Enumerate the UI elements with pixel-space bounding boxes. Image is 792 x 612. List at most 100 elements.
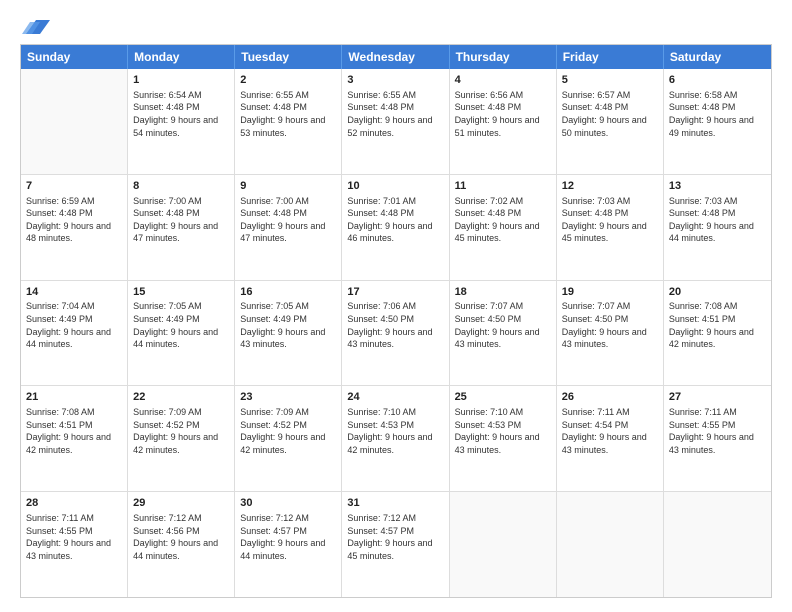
sun-info: Sunrise: 7:10 AMSunset: 4:53 PMDaylight:… <box>455 406 551 456</box>
calendar-cell: 21Sunrise: 7:08 AMSunset: 4:51 PMDayligh… <box>21 386 128 491</box>
day-number: 27 <box>669 390 766 405</box>
sun-info: Sunrise: 7:00 AMSunset: 4:48 PMDaylight:… <box>133 195 229 245</box>
day-number: 28 <box>26 496 122 511</box>
sun-info: Sunrise: 7:09 AMSunset: 4:52 PMDaylight:… <box>240 406 336 456</box>
day-number: 1 <box>133 73 229 88</box>
sun-info: Sunrise: 6:57 AMSunset: 4:48 PMDaylight:… <box>562 89 658 139</box>
day-number: 23 <box>240 390 336 405</box>
calendar-cell: 17Sunrise: 7:06 AMSunset: 4:50 PMDayligh… <box>342 281 449 386</box>
calendar-header: SundayMondayTuesdayWednesdayThursdayFrid… <box>21 45 771 69</box>
calendar-row-0: 1Sunrise: 6:54 AMSunset: 4:48 PMDaylight… <box>21 69 771 174</box>
day-number: 29 <box>133 496 229 511</box>
sun-info: Sunrise: 6:56 AMSunset: 4:48 PMDaylight:… <box>455 89 551 139</box>
sun-info: Sunrise: 7:10 AMSunset: 4:53 PMDaylight:… <box>347 406 443 456</box>
header-day-friday: Friday <box>557 45 664 69</box>
sun-info: Sunrise: 6:55 AMSunset: 4:48 PMDaylight:… <box>240 89 336 139</box>
day-number: 2 <box>240 73 336 88</box>
day-number: 8 <box>133 179 229 194</box>
sun-info: Sunrise: 7:05 AMSunset: 4:49 PMDaylight:… <box>133 300 229 350</box>
day-number: 19 <box>562 285 658 300</box>
calendar-cell: 5Sunrise: 6:57 AMSunset: 4:48 PMDaylight… <box>557 69 664 174</box>
day-number: 10 <box>347 179 443 194</box>
calendar-cell: 27Sunrise: 7:11 AMSunset: 4:55 PMDayligh… <box>664 386 771 491</box>
sun-info: Sunrise: 7:12 AMSunset: 4:56 PMDaylight:… <box>133 512 229 562</box>
header-day-saturday: Saturday <box>664 45 771 69</box>
day-number: 16 <box>240 285 336 300</box>
day-number: 6 <box>669 73 766 88</box>
day-number: 3 <box>347 73 443 88</box>
sun-info: Sunrise: 7:11 AMSunset: 4:55 PMDaylight:… <box>26 512 122 562</box>
sun-info: Sunrise: 7:04 AMSunset: 4:49 PMDaylight:… <box>26 300 122 350</box>
sun-info: Sunrise: 7:02 AMSunset: 4:48 PMDaylight:… <box>455 195 551 245</box>
day-number: 5 <box>562 73 658 88</box>
calendar-body: 1Sunrise: 6:54 AMSunset: 4:48 PMDaylight… <box>21 69 771 597</box>
calendar-cell <box>450 492 557 597</box>
day-number: 31 <box>347 496 443 511</box>
calendar-cell: 10Sunrise: 7:01 AMSunset: 4:48 PMDayligh… <box>342 175 449 280</box>
day-number: 7 <box>26 179 122 194</box>
day-number: 17 <box>347 285 443 300</box>
calendar-cell: 15Sunrise: 7:05 AMSunset: 4:49 PMDayligh… <box>128 281 235 386</box>
calendar-cell: 28Sunrise: 7:11 AMSunset: 4:55 PMDayligh… <box>21 492 128 597</box>
sun-info: Sunrise: 7:07 AMSunset: 4:50 PMDaylight:… <box>562 300 658 350</box>
header-day-thursday: Thursday <box>450 45 557 69</box>
sun-info: Sunrise: 7:05 AMSunset: 4:49 PMDaylight:… <box>240 300 336 350</box>
calendar-cell: 2Sunrise: 6:55 AMSunset: 4:48 PMDaylight… <box>235 69 342 174</box>
sun-info: Sunrise: 6:58 AMSunset: 4:48 PMDaylight:… <box>669 89 766 139</box>
header-day-wednesday: Wednesday <box>342 45 449 69</box>
day-number: 12 <box>562 179 658 194</box>
calendar-row-1: 7Sunrise: 6:59 AMSunset: 4:48 PMDaylight… <box>21 174 771 280</box>
calendar: SundayMondayTuesdayWednesdayThursdayFrid… <box>20 44 772 598</box>
day-number: 11 <box>455 179 551 194</box>
calendar-cell: 30Sunrise: 7:12 AMSunset: 4:57 PMDayligh… <box>235 492 342 597</box>
calendar-row-3: 21Sunrise: 7:08 AMSunset: 4:51 PMDayligh… <box>21 385 771 491</box>
calendar-cell: 8Sunrise: 7:00 AMSunset: 4:48 PMDaylight… <box>128 175 235 280</box>
sun-info: Sunrise: 7:03 AMSunset: 4:48 PMDaylight:… <box>562 195 658 245</box>
day-number: 24 <box>347 390 443 405</box>
sun-info: Sunrise: 7:00 AMSunset: 4:48 PMDaylight:… <box>240 195 336 245</box>
sun-info: Sunrise: 7:03 AMSunset: 4:48 PMDaylight:… <box>669 195 766 245</box>
calendar-cell: 19Sunrise: 7:07 AMSunset: 4:50 PMDayligh… <box>557 281 664 386</box>
calendar-cell: 16Sunrise: 7:05 AMSunset: 4:49 PMDayligh… <box>235 281 342 386</box>
calendar-cell: 1Sunrise: 6:54 AMSunset: 4:48 PMDaylight… <box>128 69 235 174</box>
day-number: 15 <box>133 285 229 300</box>
day-number: 22 <box>133 390 229 405</box>
sun-info: Sunrise: 7:11 AMSunset: 4:54 PMDaylight:… <box>562 406 658 456</box>
header <box>20 18 772 32</box>
sun-info: Sunrise: 7:08 AMSunset: 4:51 PMDaylight:… <box>26 406 122 456</box>
calendar-cell: 31Sunrise: 7:12 AMSunset: 4:57 PMDayligh… <box>342 492 449 597</box>
logo-icon <box>22 16 50 36</box>
day-number: 30 <box>240 496 336 511</box>
calendar-cell: 14Sunrise: 7:04 AMSunset: 4:49 PMDayligh… <box>21 281 128 386</box>
calendar-cell: 25Sunrise: 7:10 AMSunset: 4:53 PMDayligh… <box>450 386 557 491</box>
sun-info: Sunrise: 7:12 AMSunset: 4:57 PMDaylight:… <box>240 512 336 562</box>
logo <box>20 18 50 32</box>
calendar-cell: 6Sunrise: 6:58 AMSunset: 4:48 PMDaylight… <box>664 69 771 174</box>
calendar-cell <box>557 492 664 597</box>
calendar-cell: 12Sunrise: 7:03 AMSunset: 4:48 PMDayligh… <box>557 175 664 280</box>
day-number: 13 <box>669 179 766 194</box>
calendar-cell <box>664 492 771 597</box>
day-number: 14 <box>26 285 122 300</box>
calendar-cell: 11Sunrise: 7:02 AMSunset: 4:48 PMDayligh… <box>450 175 557 280</box>
calendar-cell: 29Sunrise: 7:12 AMSunset: 4:56 PMDayligh… <box>128 492 235 597</box>
sun-info: Sunrise: 7:07 AMSunset: 4:50 PMDaylight:… <box>455 300 551 350</box>
sun-info: Sunrise: 6:55 AMSunset: 4:48 PMDaylight:… <box>347 89 443 139</box>
calendar-cell: 26Sunrise: 7:11 AMSunset: 4:54 PMDayligh… <box>557 386 664 491</box>
day-number: 25 <box>455 390 551 405</box>
sun-info: Sunrise: 7:09 AMSunset: 4:52 PMDaylight:… <box>133 406 229 456</box>
calendar-cell: 22Sunrise: 7:09 AMSunset: 4:52 PMDayligh… <box>128 386 235 491</box>
sun-info: Sunrise: 6:54 AMSunset: 4:48 PMDaylight:… <box>133 89 229 139</box>
calendar-cell: 24Sunrise: 7:10 AMSunset: 4:53 PMDayligh… <box>342 386 449 491</box>
calendar-row-4: 28Sunrise: 7:11 AMSunset: 4:55 PMDayligh… <box>21 491 771 597</box>
header-day-tuesday: Tuesday <box>235 45 342 69</box>
header-day-monday: Monday <box>128 45 235 69</box>
sun-info: Sunrise: 7:11 AMSunset: 4:55 PMDaylight:… <box>669 406 766 456</box>
calendar-cell: 20Sunrise: 7:08 AMSunset: 4:51 PMDayligh… <box>664 281 771 386</box>
day-number: 4 <box>455 73 551 88</box>
day-number: 26 <box>562 390 658 405</box>
sun-info: Sunrise: 7:06 AMSunset: 4:50 PMDaylight:… <box>347 300 443 350</box>
calendar-cell: 7Sunrise: 6:59 AMSunset: 4:48 PMDaylight… <box>21 175 128 280</box>
day-number: 9 <box>240 179 336 194</box>
page: SundayMondayTuesdayWednesdayThursdayFrid… <box>0 0 792 612</box>
